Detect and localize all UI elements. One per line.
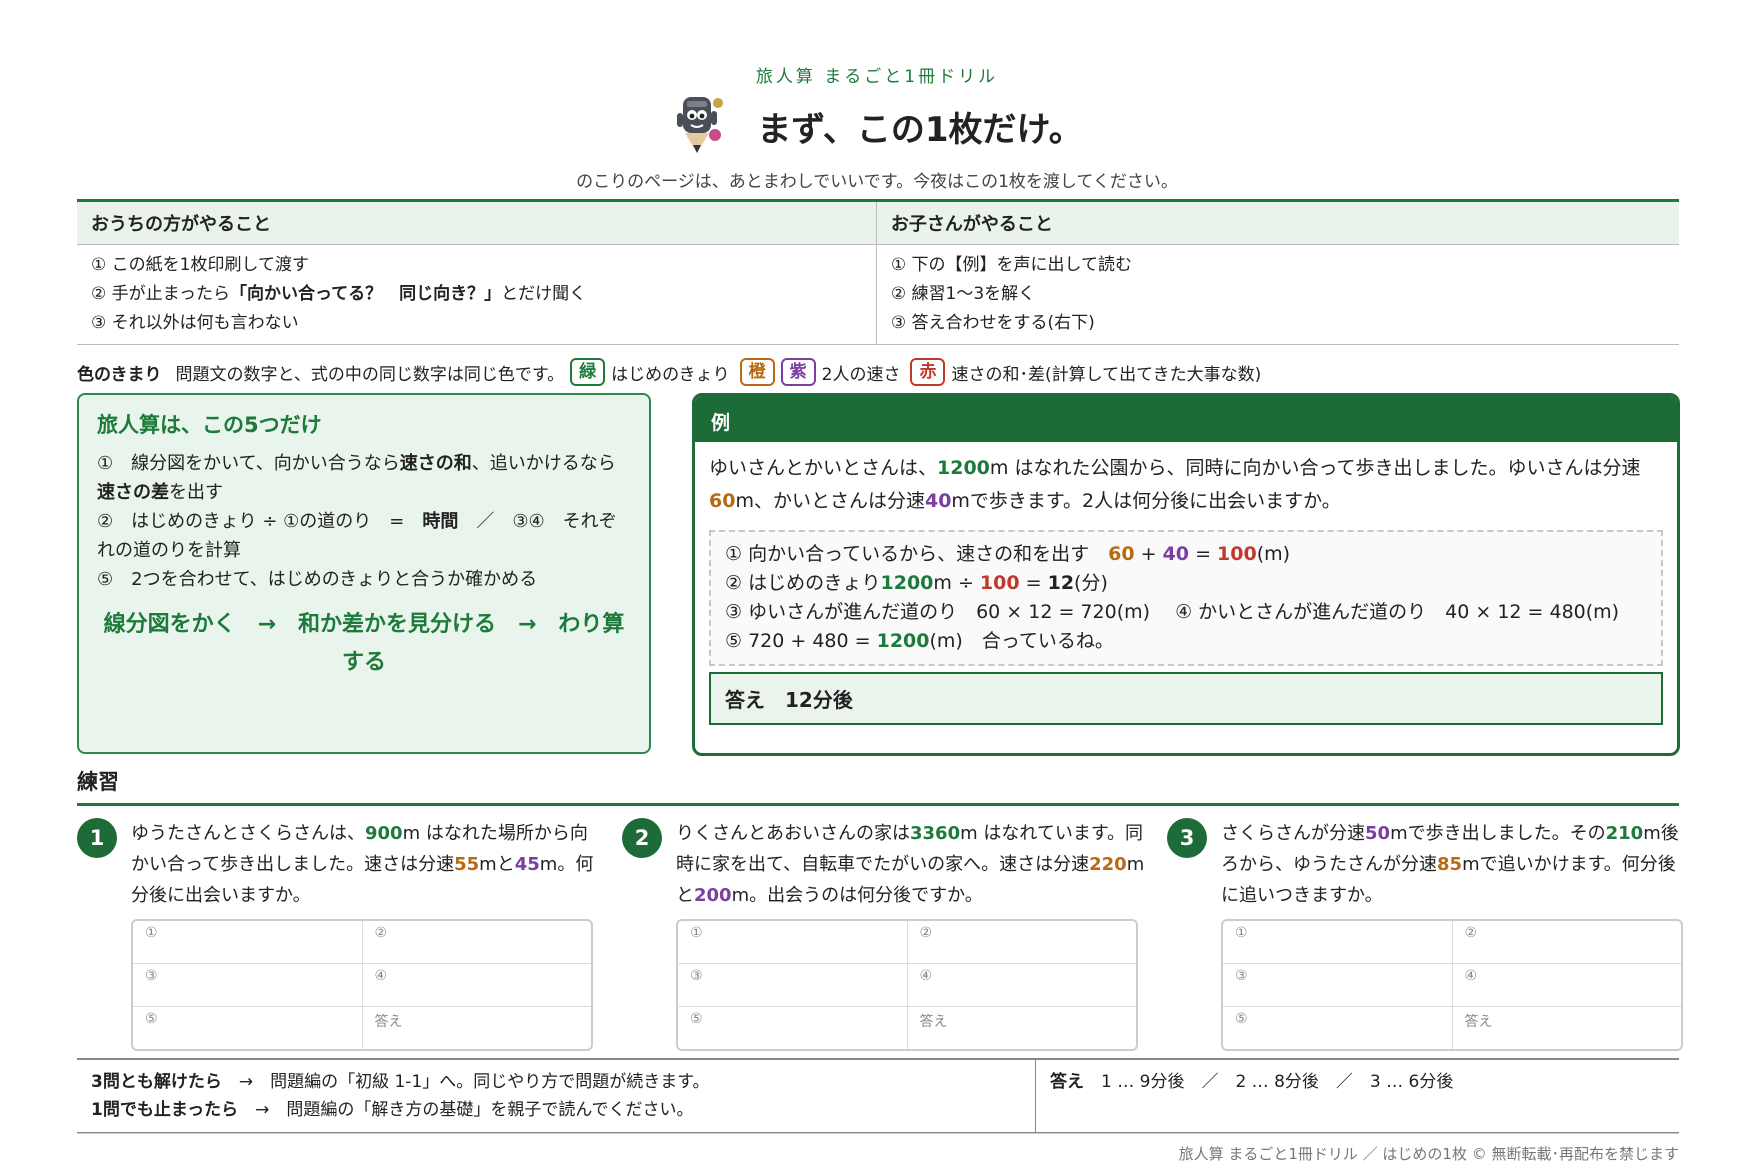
parent-role-header: おうちの方がやること: [77, 202, 877, 245]
parent-role-list: ① この紙を1枚印刷して渡す ② 手が止まったら「向かい合ってる？ 同じ向き？」…: [77, 244, 877, 344]
page-title: まず、この1枚だけ。: [757, 109, 1083, 150]
orange-tag: 橙: [739, 358, 775, 386]
work-cell[interactable]: ⑤: [1223, 1006, 1453, 1049]
color-key-label: 色のきまり: [77, 364, 162, 385]
child-item: ① 下の【例】を声に出して読む: [890, 255, 1133, 275]
work-cell[interactable]: ①: [133, 921, 363, 964]
page-subtitle: のこりのページは、あとまわしでいいです。今夜はこの1枚を渡してください。: [576, 172, 1178, 192]
work-cell[interactable]: ③: [133, 963, 363, 1007]
work-area: ①② ③④ ⑤ 答え: [676, 919, 1138, 1051]
solution-line: ② はじめのきょり1200m ÷ 100 = 12(分): [725, 572, 1108, 594]
page-header: 旅人算 まるごと1冊ドリル まず、この1枚だけ。 のこりのページは、あとまわしで…: [0, 62, 1754, 192]
work-cell[interactable]: ⑤: [133, 1006, 363, 1049]
color-key-desc: 問題文の数字と、式の中の同じ数字は同じ色です。: [175, 364, 565, 385]
red-desc: 速さの和･差(計算して出てきた大事な数): [951, 364, 1262, 385]
child-role-header: お子さんがやること: [876, 202, 1679, 245]
solution-line: ① 向かい合っているから、速さの和を出す 60 + 40 = 100(m): [725, 543, 1291, 565]
work-cell[interactable]: ②: [362, 921, 591, 964]
example-label: 例: [695, 396, 1677, 442]
green-tag: 緑: [570, 358, 606, 386]
example-answer: 答え 12分後: [709, 672, 1663, 725]
problem-text: さくらさんが分速50mで歩き出しました。その210m後ろから、ゆうたさんが分速8…: [1221, 823, 1679, 906]
work-cell[interactable]: ①: [1223, 921, 1453, 964]
work-area: ①② ③④ ⑤ 答え: [131, 919, 593, 1051]
parent-item: ③ それ以外は何も言わない: [91, 313, 299, 333]
example-box: 例 ゆいさんとかいとさんは、1200m はなれた公園から、同時に向かい合って歩き…: [692, 393, 1680, 756]
speed-desc: 2人の速さ: [821, 364, 901, 385]
problem-number-badge: 3: [1167, 818, 1207, 858]
work-cell[interactable]: ②: [907, 921, 1136, 964]
answer-cell[interactable]: 答え: [1452, 1007, 1681, 1050]
next-steps-bar: 3問とも解けたら → 問題編の「初級 1-1」へ。同じやり方で問題が続きます。 …: [77, 1058, 1679, 1133]
problem-text: ゆうたさんとさくらさんは、900m はなれた場所から向かい合って歩き出しました。…: [131, 823, 594, 906]
parent-item: ② 手が止まったら「向かい合ってる？ 同じ向き？」とだけ聞く: [91, 284, 587, 304]
example-solution: ① 向かい合っているから、速さの和を出す 60 + 40 = 100(m) ② …: [709, 530, 1663, 666]
title-row: まず、この1枚だけ。: [0, 91, 1754, 161]
footer-text: 旅人算 まるごと1冊ドリル ／ はじめの1枚 © 無断転載･再配布を禁じます: [1178, 1145, 1679, 1163]
practice-problem-2: 2 りくさんとあおいさんの家は3360m はなれています。同時に家を出て、自転車…: [622, 818, 1147, 1051]
problem-text: りくさんとあおいさんの家は3360m はなれています。同時に家を出て、自転車でた…: [676, 823, 1145, 906]
answer-key: 答え 1 … 9分後 ／ 2 … 8分後 ／ 3 … 6分後: [1050, 1072, 1454, 1092]
work-cell[interactable]: ③: [678, 963, 908, 1007]
practice-heading: 練習: [77, 770, 119, 794]
roles-table: おうちの方がやること お子さんがやること ① この紙を1枚印刷して渡す ② 手が…: [77, 199, 1679, 345]
work-cell[interactable]: ①: [678, 921, 908, 964]
steps-box: 旅人算は、この5つだけ ① 線分図をかいて、向かい合うなら速さの和、追いかけるな…: [77, 393, 651, 754]
step-1: ① 線分図をかいて、向かい合うなら速さの和、追いかけるなら速さの差を出す: [97, 453, 616, 503]
steps-title: 旅人算は、この5つだけ: [97, 413, 322, 437]
problem-number-badge: 1: [77, 818, 117, 858]
answer-cell[interactable]: 答え: [362, 1007, 591, 1050]
work-area: ①② ③④ ⑤ 答え: [1221, 919, 1683, 1051]
step-2: ② はじめのきょり ÷ ①の道のり = 時間 ／ ③④ それぞれの道のりを計算: [97, 511, 617, 561]
work-cell[interactable]: ④: [362, 963, 591, 1007]
series-title: 旅人算 まるごと1冊ドリル: [755, 67, 999, 87]
work-cell[interactable]: ②: [1452, 921, 1681, 964]
work-cell[interactable]: ⑤: [678, 1006, 908, 1049]
practice-problem-3: 3 さくらさんが分速50mで歩き出しました。その210m後ろから、ゆうたさんが分…: [1167, 818, 1692, 1051]
child-item: ③ 答え合わせをする(右下): [890, 313, 1095, 333]
mascot-pencil-icon: [677, 97, 724, 153]
example-problem: ゆいさんとかいとさんは、1200m はなれた公園から、同時に向かい合って歩き出し…: [709, 457, 1641, 512]
child-item: ② 練習1〜3を解く: [890, 284, 1036, 304]
work-cell[interactable]: ④: [907, 963, 1136, 1007]
parent-item: ① この紙を1枚印刷して渡す: [91, 255, 309, 275]
next-steps: 3問とも解けたら → 問題編の「初級 1-1」へ。同じやり方で問題が続きます。 …: [77, 1060, 1036, 1132]
work-cell[interactable]: ④: [1452, 963, 1681, 1007]
color-key: 色のきまり 問題文の数字と、式の中の同じ数字は同じ色です。 緑 はじめのきょり …: [77, 358, 1261, 386]
solution-line: ③ ゆいさんが進んだ道のり 60 × 12 = 720(m) ④ かいとさんが進…: [725, 601, 1620, 623]
practice-problem-1: 1 ゆうたさんとさくらさんは、900m はなれた場所から向かい合って歩き出しまし…: [77, 818, 602, 1051]
purple-tag: 紫: [780, 358, 816, 386]
red-tag: 赤: [910, 358, 946, 386]
work-cell[interactable]: ③: [1223, 963, 1453, 1007]
next-step-line: 3問とも解けたら → 問題編の「初級 1-1」へ。同じやり方で問題が続きます。: [91, 1072, 710, 1092]
footer-divider: [77, 1133, 1679, 1134]
method-flow: 線分図をかく → 和か差かを見分ける → わり算する: [103, 612, 625, 675]
step-5: ⑤ 2つを合わせて、はじめのきょりと合うか確かめる: [97, 569, 538, 590]
solution-line: ⑤ 720 + 480 = 1200(m) 合っているね。: [725, 630, 1114, 652]
green-desc: はじめのきょり: [611, 364, 730, 385]
answer-cell[interactable]: 答え: [907, 1007, 1136, 1050]
practice-divider: [77, 803, 1679, 806]
child-role-list: ① 下の【例】を声に出して読む ② 練習1〜3を解く ③ 答え合わせをする(右下…: [876, 245, 1679, 345]
problem-number-badge: 2: [622, 818, 662, 858]
next-step-line: 1問でも止まったら → 問題編の「解き方の基礎」を親子で読んでください。: [91, 1100, 694, 1120]
